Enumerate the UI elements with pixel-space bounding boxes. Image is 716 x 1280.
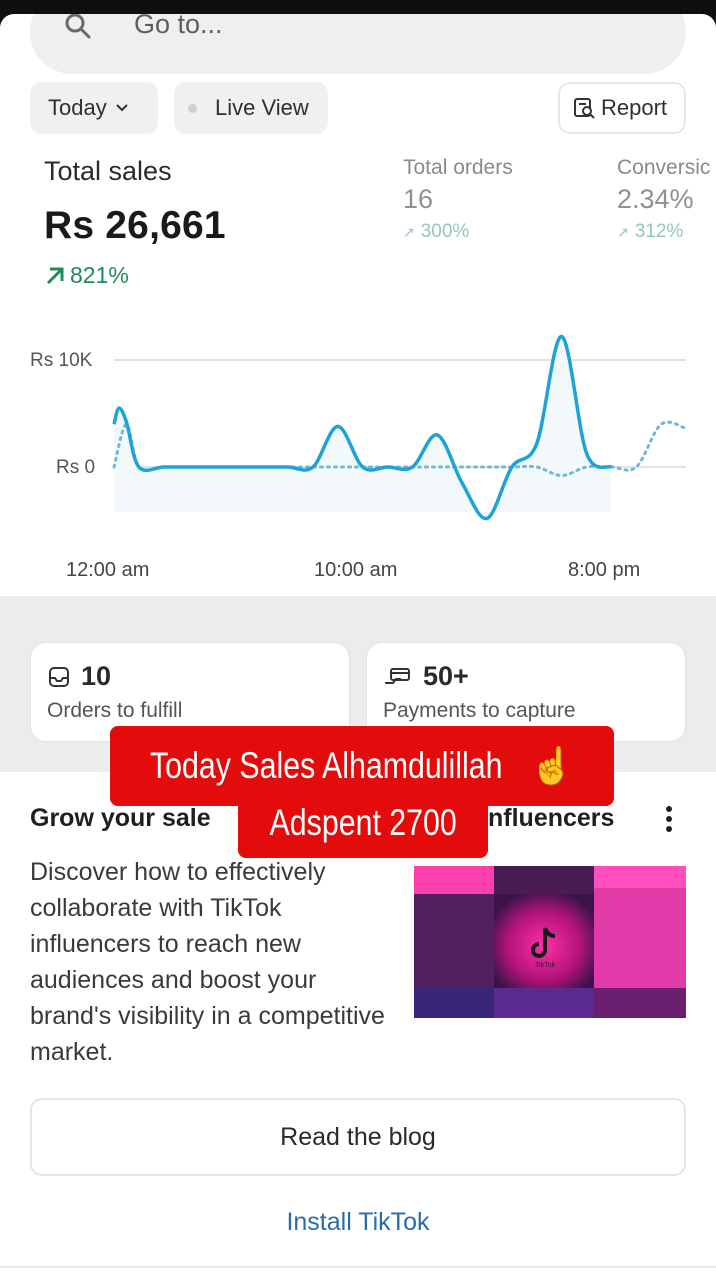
overlay-caption-line2: Adspent 2700 <box>238 788 488 858</box>
chart-plot <box>112 334 688 521</box>
total-orders-value: 16 <box>403 184 434 214</box>
divider <box>0 1266 716 1268</box>
live-view-button[interactable]: Live View <box>174 82 328 134</box>
app-screen: Go to... Today Live View Report Total sa… <box>0 14 716 1280</box>
date-range-label: Today <box>48 95 107 120</box>
orders-to-fulfill-caption: Orders to fulfill <box>47 699 183 722</box>
report-label: Report <box>601 95 668 120</box>
total-orders-delta: ↗ 300% <box>403 221 513 243</box>
total-sales-label: Total sales <box>44 156 172 186</box>
conversion-delta: ↗ 312% <box>617 221 710 243</box>
blog-description: Discover how to effectively collaborate … <box>30 858 385 1066</box>
search-bar[interactable]: Go to... <box>30 14 686 74</box>
total-sales-value: Rs 26,661 <box>44 204 226 247</box>
arrow-up-right-icon: ↗ <box>403 223 415 240</box>
thumbnail-text: TikTok <box>535 962 555 969</box>
payments-to-capture-value: 50+ <box>423 661 469 691</box>
install-tiktok-link[interactable]: Install TikTok <box>0 1208 716 1237</box>
chevron-down-icon <box>116 104 128 112</box>
total-sales-delta: 821% <box>44 262 129 289</box>
overlay-caption-text: Today Sales Alhamdulillah <box>149 745 503 786</box>
live-dot-icon <box>188 103 197 113</box>
overlay-caption-text-2: Adspent 2700 <box>269 802 457 843</box>
report-icon <box>574 98 595 119</box>
inbox-icon <box>49 666 69 687</box>
conversion-delta-value: 312% <box>634 221 684 242</box>
search-placeholder: Go to... <box>134 14 223 39</box>
search-icon <box>65 14 91 39</box>
series-area <box>114 336 612 519</box>
total-orders-delta-value: 300% <box>420 221 470 242</box>
total-orders-metric[interactable]: Total orders 16 ↗ 300% <box>403 156 513 243</box>
orders-to-fulfill-count: 10 <box>47 661 111 692</box>
pointing-up-emoji: ☝️ <box>529 745 575 786</box>
blog-title-end: nfluencers <box>488 804 615 832</box>
x-tick-label: 12:00 am <box>66 559 150 581</box>
date-range-dropdown[interactable]: Today <box>30 82 158 134</box>
sales-chart: Rs 10K Rs 0 12:00 am 10:00 am 8:00 pm <box>0 314 716 604</box>
conversion-label: Conversic <box>617 156 711 179</box>
conversion-value: 2.34% <box>617 184 694 214</box>
total-orders-label: Total orders <box>403 156 513 179</box>
more-options-icon[interactable] <box>662 804 676 838</box>
blog-title: Grow your sale <box>30 804 211 832</box>
read-the-blog-button[interactable]: Read the blog <box>30 1098 686 1176</box>
arrow-up-right-icon: ↗ <box>617 223 629 240</box>
total-sales-delta-value: 821% <box>70 262 129 288</box>
live-view-label: Live View <box>215 95 309 120</box>
orders-to-fulfill-value: 10 <box>81 661 112 691</box>
payment-icon <box>385 667 410 684</box>
conversion-metric[interactable]: Conversic 2.34% ↗ 312% <box>617 156 710 243</box>
payments-to-capture-count: 50+ <box>383 661 469 692</box>
payments-to-capture-caption: Payments to capture <box>383 699 576 722</box>
x-tick-label: 10:00 am <box>314 559 398 581</box>
arrow-up-right-icon <box>46 267 64 284</box>
blog-thumbnail: TikTok <box>414 866 686 1018</box>
x-tick-label: 8:00 pm <box>568 559 641 581</box>
tiktok-thumbnail-image: TikTok <box>414 866 686 1018</box>
report-button[interactable]: Report <box>558 82 686 134</box>
